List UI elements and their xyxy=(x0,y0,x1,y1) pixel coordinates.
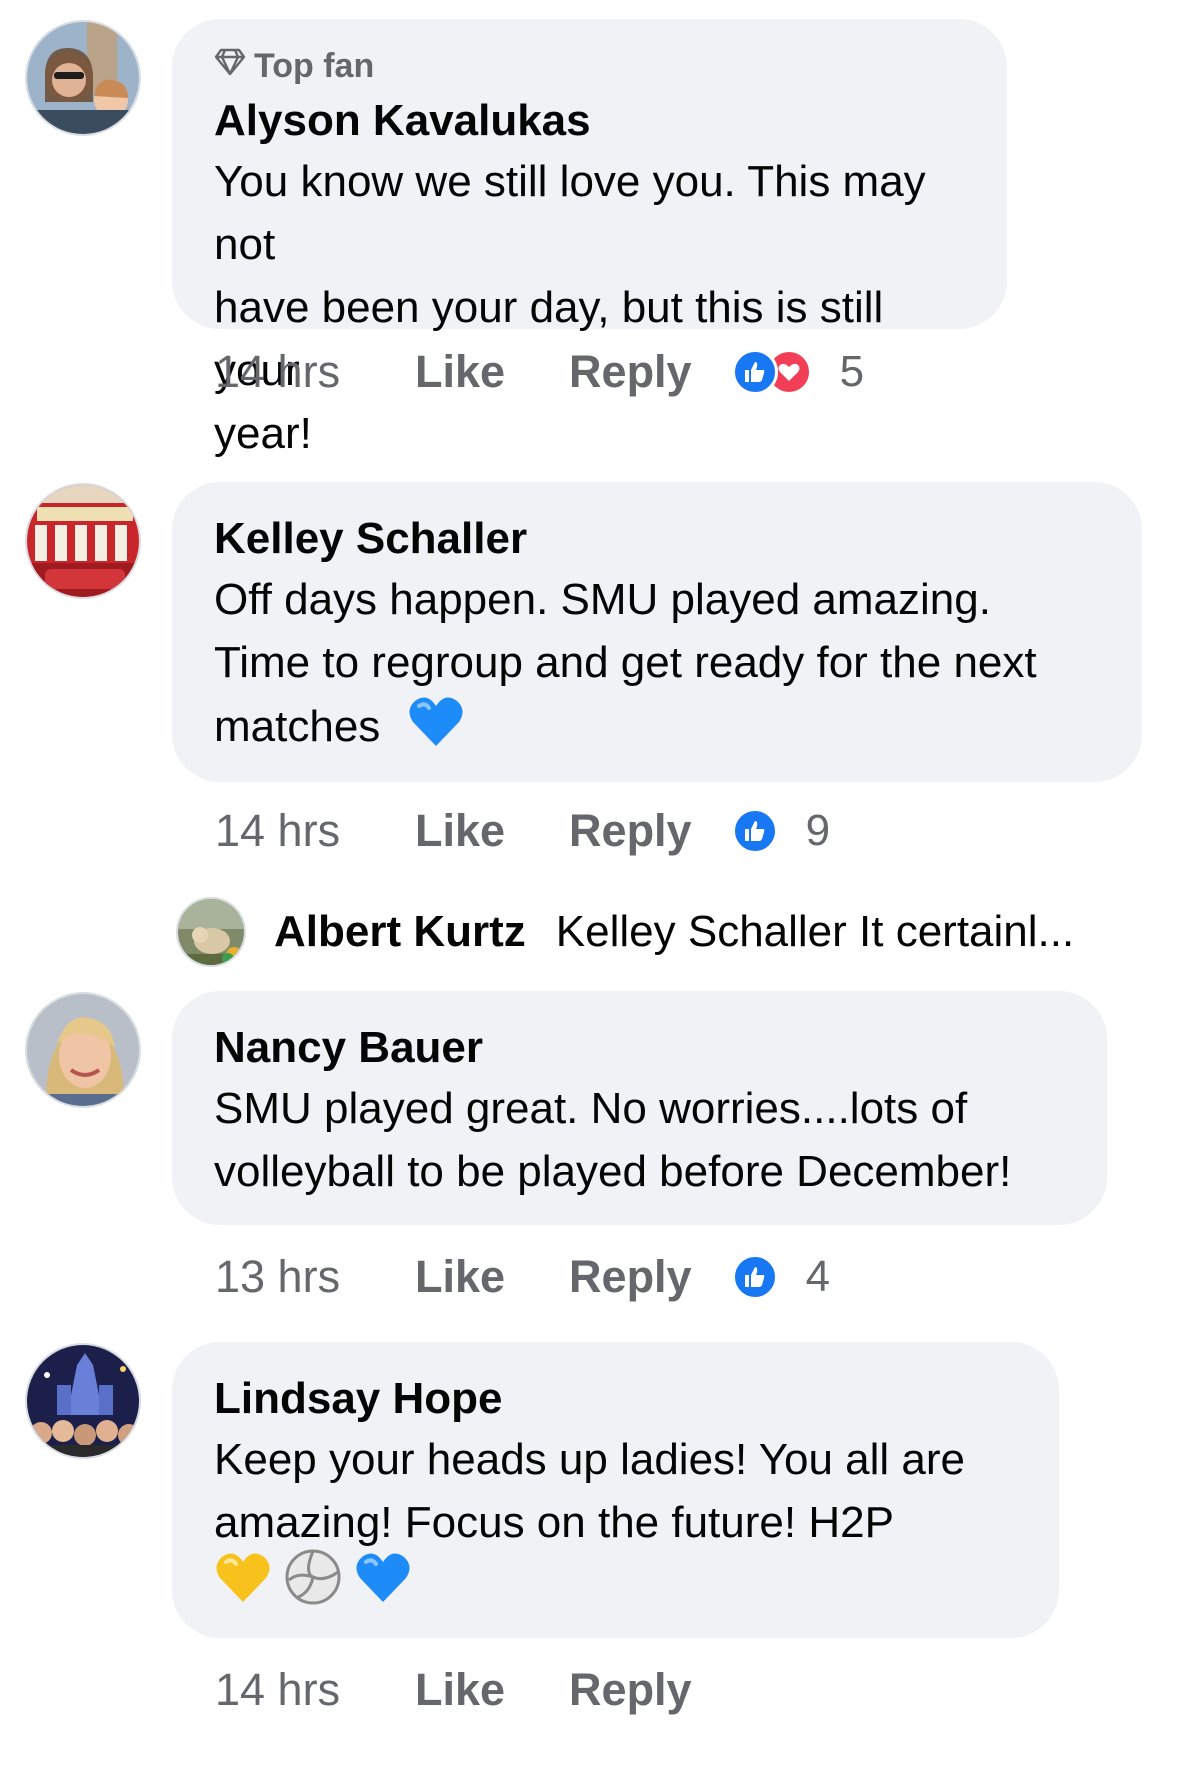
like-reaction-icon xyxy=(731,808,778,854)
like-button[interactable]: Like xyxy=(415,346,505,398)
comment-time[interactable]: 14 hrs xyxy=(215,346,415,398)
reaction-count: 9 xyxy=(805,806,831,855)
comment-bubble: Lindsay Hope Keep your heads up ladies! … xyxy=(172,1342,1059,1638)
comment-text: Keep your heads up ladies! You all are a… xyxy=(214,1428,1017,1617)
reaction-count: 4 xyxy=(805,1252,831,1301)
comment-time[interactable]: 14 hrs xyxy=(215,1664,415,1716)
reactions[interactable]: 5 xyxy=(731,347,865,397)
like-button[interactable]: Like xyxy=(415,805,505,857)
reply-author[interactable]: Albert Kurtz xyxy=(274,907,526,957)
comment-text: Off days happen. SMU played amazing. Tim… xyxy=(214,568,1100,765)
comment-line: Keep your heads up ladies! You all are xyxy=(214,1435,966,1484)
comment-line: year! xyxy=(214,409,312,458)
reply-button[interactable]: Reply xyxy=(569,346,692,398)
diamond-icon xyxy=(214,47,246,86)
avatar[interactable] xyxy=(25,992,141,1108)
comment-actions: 14 hrs Like Reply 5 xyxy=(215,342,864,402)
comment-text: SMU played great. No worries....lots of … xyxy=(214,1077,1065,1203)
blue-heart-icon xyxy=(407,694,465,765)
comment-actions: 14 hrs Like Reply xyxy=(215,1660,756,1720)
avatar[interactable] xyxy=(25,20,141,136)
reply-preview[interactable]: Albert Kurtz Kelley Schaller It certainl… xyxy=(176,897,1074,967)
like-button[interactable]: Like xyxy=(415,1251,505,1303)
emoji-line xyxy=(214,1549,1017,1617)
avatar[interactable] xyxy=(25,1343,141,1459)
comment-line: amazing! Focus on the future! H2P xyxy=(214,1498,894,1547)
like-button[interactable]: Like xyxy=(415,1664,505,1716)
reply-button[interactable]: Reply xyxy=(569,805,692,857)
comment-line-text: matches xyxy=(214,702,381,752)
like-reaction-icon xyxy=(731,1254,778,1300)
comment-line: Time to regroup and get ready for the ne… xyxy=(214,638,1037,687)
comment-time[interactable]: 13 hrs xyxy=(215,1251,415,1303)
reactions[interactable]: 9 xyxy=(731,806,831,856)
reaction-count: 5 xyxy=(839,347,865,396)
comment-line: You know we still love you. This may not xyxy=(214,157,926,269)
yellow-heart-icon xyxy=(214,1550,272,1621)
reply-text: Kelley Schaller It certainl... xyxy=(555,907,1075,956)
avatar[interactable] xyxy=(176,897,246,967)
avatar[interactable] xyxy=(25,483,141,599)
comment-line: Off days happen. SMU played amazing. xyxy=(214,575,991,624)
comment-line: matches xyxy=(214,694,1100,765)
comment-author[interactable]: Kelley Schaller xyxy=(214,510,1100,568)
reply-button[interactable]: Reply xyxy=(569,1664,692,1716)
comment-author[interactable]: Lindsay Hope xyxy=(214,1370,1017,1428)
comment-actions: 13 hrs Like Reply 4 xyxy=(215,1247,830,1307)
comment-bubble: Nancy Bauer SMU played great. No worries… xyxy=(172,991,1107,1225)
reactions[interactable]: 4 xyxy=(731,1252,831,1302)
comment-bubble: Kelley Schaller Off days happen. SMU pla… xyxy=(172,482,1142,782)
volleyball-icon xyxy=(284,1548,342,1623)
comment-actions: 14 hrs Like Reply 9 xyxy=(215,801,830,861)
reply-button[interactable]: Reply xyxy=(569,1251,692,1303)
comment-text: You know we still love you. This may not… xyxy=(214,150,965,465)
comment-time[interactable]: 14 hrs xyxy=(215,805,415,857)
comment-bubble: Top fan Alyson Kavalukas You know we sti… xyxy=(172,19,1007,458)
comment-line: SMU played great. No worries....lots of xyxy=(214,1084,968,1133)
top-fan-badge: Top fan xyxy=(214,47,965,86)
top-fan-label: Top fan xyxy=(254,47,375,85)
comment-author[interactable]: Nancy Bauer xyxy=(214,1019,1065,1077)
like-reaction-icon xyxy=(731,349,778,395)
comment-author[interactable]: Alyson Kavalukas xyxy=(214,92,965,150)
blue-heart-icon xyxy=(354,1550,412,1621)
comment-line: volleyball to be played before December! xyxy=(214,1147,1012,1196)
